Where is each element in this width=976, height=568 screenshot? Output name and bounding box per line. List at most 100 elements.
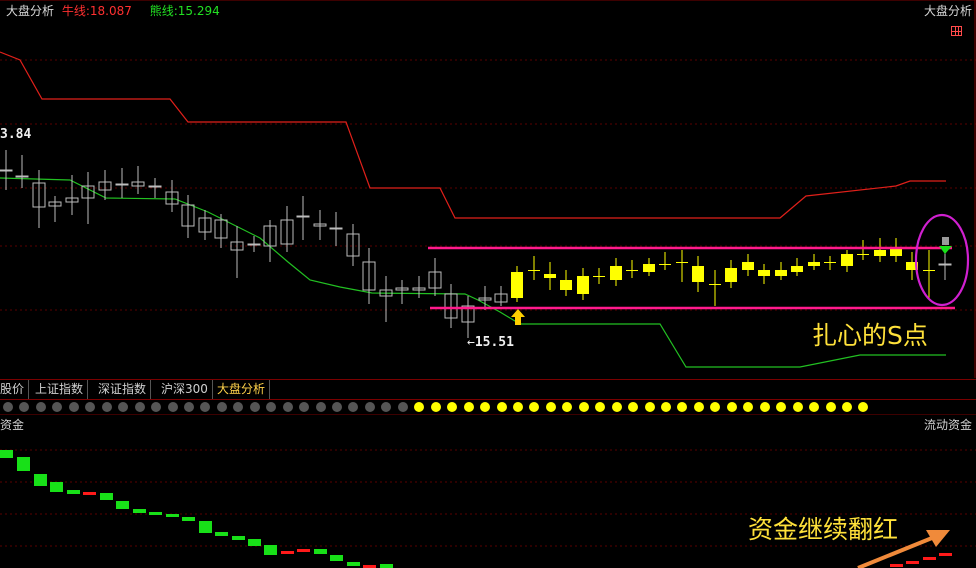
candle	[528, 256, 540, 280]
low-arrow-icon: ←	[467, 335, 475, 350]
candle-body	[841, 254, 853, 266]
candle	[775, 262, 787, 280]
signal-dot-yellow	[693, 402, 704, 412]
candle-body	[296, 215, 310, 218]
candle	[263, 220, 277, 262]
candle	[857, 240, 869, 260]
candle-body	[0, 169, 13, 172]
candle	[938, 250, 952, 280]
candle-body	[626, 270, 638, 271]
flow-bar-green	[50, 482, 63, 492]
signal-dot-yellow	[858, 402, 869, 412]
signal-dot-gray	[249, 402, 260, 412]
candle-body	[544, 274, 556, 278]
candle	[362, 248, 376, 304]
candle	[494, 286, 508, 306]
candle-body	[643, 264, 655, 272]
candle	[395, 280, 409, 304]
signal-dot-yellow	[529, 402, 540, 412]
candle	[511, 266, 523, 302]
candle-body	[610, 266, 622, 280]
candle	[709, 270, 721, 306]
signal-dot-yellow	[578, 402, 589, 412]
candle	[313, 210, 327, 240]
tab-market-analysis[interactable]: 大盘分析	[213, 380, 271, 399]
signal-dot-yellow	[841, 402, 852, 412]
flow-bar-green	[248, 539, 261, 546]
tab-shenzhen-index[interactable]: 深证指数	[94, 380, 152, 399]
signal-dot-yellow	[545, 402, 556, 412]
candle	[544, 262, 556, 290]
candle	[742, 254, 754, 276]
candle	[296, 196, 310, 240]
low-price-label: ←15.51	[467, 335, 514, 350]
candle-body	[593, 276, 605, 277]
candle	[198, 210, 212, 240]
index-tab-bar: 股价 上证指数 深证指数 沪深300 大盘分析	[0, 379, 976, 400]
flow-bar-green	[133, 509, 146, 513]
tab-csi300[interactable]: 沪深300	[157, 380, 213, 399]
low-price-value: 15.51	[474, 335, 514, 350]
candle-body	[857, 254, 869, 255]
signal-dot-gray	[233, 402, 244, 412]
candle	[626, 260, 638, 278]
candle-body	[115, 183, 129, 186]
candle	[676, 250, 688, 282]
signal-dot-gray	[200, 402, 211, 412]
candle	[428, 258, 442, 296]
signal-dot-yellow	[480, 402, 491, 412]
candle	[692, 256, 704, 292]
signal-dot-gray	[364, 402, 375, 412]
buy-arrow-icon	[511, 309, 525, 325]
candle	[841, 250, 853, 272]
flow-bar-red	[923, 557, 936, 560]
signal-dot-yellow	[661, 402, 671, 412]
signal-dot-gray	[35, 402, 46, 412]
candle	[610, 258, 622, 286]
candle-body	[511, 272, 523, 298]
flow-bar-green	[330, 555, 343, 561]
candle	[214, 214, 228, 248]
candle	[65, 175, 79, 215]
flow-bar-red	[83, 492, 96, 495]
signal-dot-yellow	[611, 402, 622, 412]
tab-shanghai-index[interactable]: 上证指数	[31, 380, 89, 399]
grid-settings-icon[interactable]	[951, 26, 962, 36]
candle-body	[775, 270, 787, 276]
candle-body	[528, 270, 540, 271]
funds-red-annotation: 资金继续翻红	[748, 515, 899, 544]
flow-bar-green	[232, 536, 245, 540]
signal-dot-gray	[348, 402, 359, 412]
signal-dot-gray	[216, 402, 227, 412]
candle-body	[742, 262, 754, 270]
signal-dot-yellow	[792, 402, 803, 412]
flow-bar-green	[149, 512, 162, 515]
tab-stock-price[interactable]: 股价	[0, 380, 30, 399]
indicator-name: 大盘分析	[6, 4, 55, 18]
candle-body	[758, 270, 770, 276]
candle	[15, 155, 29, 188]
candle	[48, 196, 62, 222]
flow-bar-red	[281, 551, 294, 554]
signal-dot-yellow	[562, 402, 573, 412]
candle	[593, 268, 605, 284]
candle-body	[247, 243, 261, 246]
signal-dot-yellow	[414, 402, 425, 412]
funds-label: 资金	[0, 418, 25, 432]
candle-body	[725, 268, 737, 282]
signal-dot-gray	[101, 402, 112, 412]
flow-bar-green	[347, 562, 360, 566]
candle	[181, 195, 195, 238]
bull-value: 18.087	[89, 4, 132, 18]
flow-bar-green	[67, 490, 80, 494]
bull-line	[0, 51, 946, 219]
candle-body	[577, 276, 589, 294]
candle	[379, 276, 393, 322]
bull-label: 牛线:	[61, 4, 90, 18]
signal-dot-gray	[183, 402, 194, 412]
candle	[461, 296, 475, 338]
signal-dot-yellow	[644, 402, 655, 412]
candle	[577, 268, 589, 300]
candle	[165, 180, 179, 212]
flow-bar-red	[297, 549, 310, 552]
